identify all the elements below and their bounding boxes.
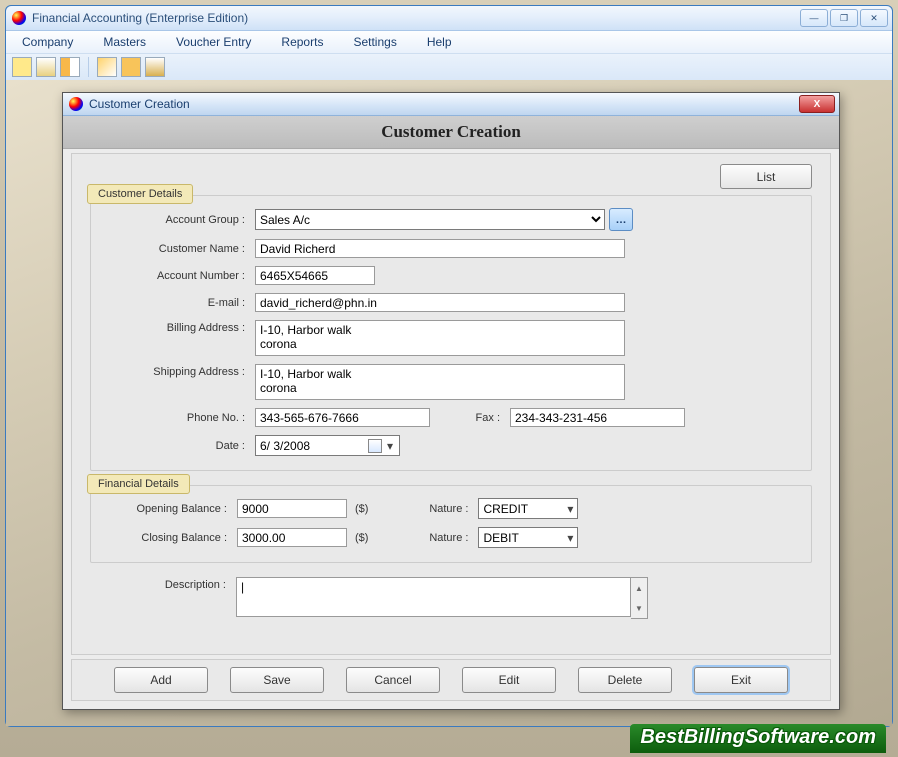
close-button[interactable]: ✕ <box>860 9 888 27</box>
date-value: 6/ 3/2008 <box>260 439 310 453</box>
toolbar-btn-4[interactable] <box>97 57 117 77</box>
label-description: Description : <box>90 577 236 591</box>
toolbar <box>6 54 892 81</box>
label-phone: Phone No. : <box>105 412 255 424</box>
toolbar-btn-3[interactable] <box>60 57 80 77</box>
shipping-address-input[interactable] <box>255 364 625 400</box>
dialog-footer: Add Save Cancel Edit Delete Exit <box>71 659 831 701</box>
label-date: Date : <box>105 440 255 452</box>
label-email: E-mail : <box>105 297 255 309</box>
dialog-title: Customer Creation <box>89 97 799 111</box>
billing-address-input[interactable] <box>255 320 625 356</box>
content-area: Customer Creation X Customer Creation Li… <box>6 80 892 726</box>
toolbar-btn-2[interactable] <box>36 57 56 77</box>
opening-currency: ($) <box>355 503 368 515</box>
menubar: Company Masters Voucher Entry Reports Se… <box>6 31 892 54</box>
email-input[interactable] <box>255 293 625 312</box>
minimize-button[interactable]: — <box>800 9 828 27</box>
closing-balance-input[interactable] <box>237 528 347 547</box>
window-buttons: — ❐ ✕ <box>800 9 888 27</box>
maximize-button[interactable]: ❐ <box>830 9 858 27</box>
chevron-down-icon: ▾ <box>567 502 573 516</box>
label-closing: Closing Balance : <box>105 532 237 544</box>
chevron-down-icon: ▾ <box>567 531 573 545</box>
closing-currency: ($) <box>355 532 368 544</box>
customer-name-input[interactable] <box>255 239 625 258</box>
menu-masters[interactable]: Masters <box>97 32 152 52</box>
dialog-close-button[interactable]: X <box>799 95 835 113</box>
titlebar: Financial Accounting (Enterprise Edition… <box>6 6 892 31</box>
save-button[interactable]: Save <box>230 667 324 693</box>
add-button[interactable]: Add <box>114 667 208 693</box>
toolbar-btn-1[interactable] <box>12 57 32 77</box>
toolbar-btn-5[interactable] <box>121 57 141 77</box>
opening-balance-input[interactable] <box>237 499 347 518</box>
menu-reports[interactable]: Reports <box>275 32 329 52</box>
account-group-browse-button[interactable]: … <box>609 208 633 231</box>
cancel-button[interactable]: Cancel <box>346 667 440 693</box>
phone-input[interactable] <box>255 408 430 427</box>
menu-company[interactable]: Company <box>16 32 79 52</box>
nature-1-value: CREDIT <box>483 502 528 516</box>
nature-2-select[interactable]: DEBIT ▾ <box>478 527 578 548</box>
toolbar-separator <box>88 57 89 77</box>
customer-details-group: Customer Details Account Group : Sales A… <box>90 195 812 471</box>
financial-details-legend: Financial Details <box>87 474 190 494</box>
screen: Financial Accounting (Enterprise Edition… <box>0 0 898 757</box>
menu-help[interactable]: Help <box>421 32 458 52</box>
label-nature-2: Nature : <box>368 532 478 544</box>
label-customer-name: Customer Name : <box>105 243 255 255</box>
label-fax: Fax : <box>430 412 510 424</box>
label-nature-1: Nature : <box>368 503 478 515</box>
spin-up-icon[interactable]: ▲ <box>631 578 647 598</box>
nature-1-select[interactable]: CREDIT ▾ <box>478 498 578 519</box>
calendar-icon[interactable] <box>368 439 382 453</box>
label-opening: Opening Balance : <box>105 503 237 515</box>
spin-down-icon[interactable]: ▼ <box>631 598 647 618</box>
financial-details-group: Financial Details Opening Balance : ($) … <box>90 485 812 563</box>
label-shipping: Shipping Address : <box>105 364 255 378</box>
app-icon <box>12 11 26 25</box>
menu-voucher-entry[interactable]: Voucher Entry <box>170 32 257 52</box>
account-group-select[interactable]: Sales A/c <box>255 209 605 230</box>
nature-2-value: DEBIT <box>483 531 518 545</box>
main-window: Financial Accounting (Enterprise Edition… <box>5 5 893 727</box>
dialog-body: List Customer Details Account Group : Sa… <box>71 153 831 655</box>
delete-button[interactable]: Delete <box>578 667 672 693</box>
chevron-down-icon[interactable]: ▾ <box>385 439 395 453</box>
description-spinner[interactable]: ▲ ▼ <box>631 577 648 619</box>
label-billing: Billing Address : <box>105 320 255 334</box>
customer-creation-dialog: Customer Creation X Customer Creation Li… <box>62 92 840 710</box>
label-account-number: Account Number : <box>105 270 255 282</box>
exit-button[interactable]: Exit <box>694 667 788 693</box>
list-button[interactable]: List <box>720 164 812 189</box>
customer-details-legend: Customer Details <box>87 184 193 204</box>
fax-input[interactable] <box>510 408 685 427</box>
menu-settings[interactable]: Settings <box>347 32 402 52</box>
date-input[interactable]: 6/ 3/2008 ▾ <box>255 435 400 456</box>
app-title: Financial Accounting (Enterprise Edition… <box>32 11 800 25</box>
dialog-titlebar: Customer Creation X <box>63 93 839 116</box>
edit-button[interactable]: Edit <box>462 667 556 693</box>
account-number-input[interactable] <box>255 266 375 285</box>
dialog-icon <box>69 97 83 111</box>
description-input[interactable] <box>236 577 631 617</box>
label-account-group: Account Group : <box>105 214 255 226</box>
watermark: BestBillingSoftware.com <box>630 724 886 753</box>
dialog-heading: Customer Creation <box>63 116 839 149</box>
toolbar-btn-6[interactable] <box>145 57 165 77</box>
